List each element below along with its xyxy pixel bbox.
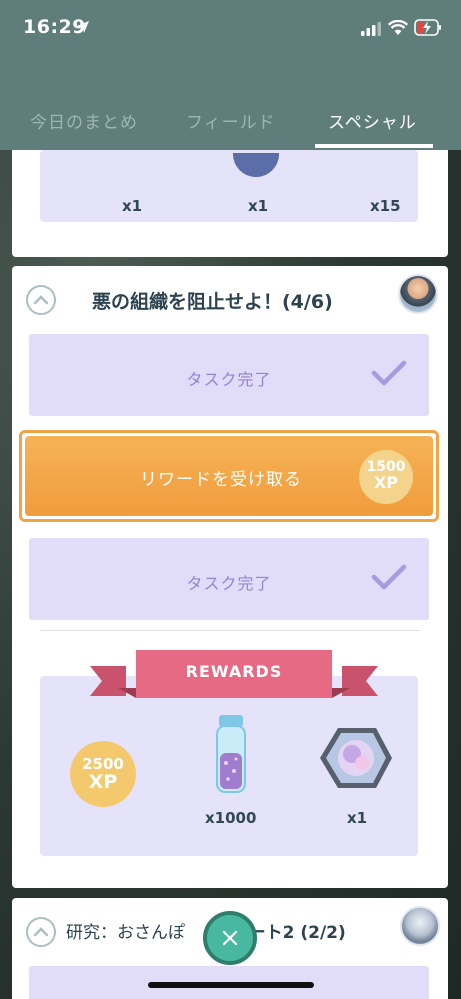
reward-xp-unit: XP	[88, 771, 118, 793]
special-research-card: 悪の組織を阻止せよ！(4/6) タスク完了 リワードを受け取る 1500 XP …	[12, 266, 448, 888]
stardust-quantity: x1000	[205, 809, 257, 827]
claim-reward-button[interactable]: リワードを受け取る 1500 XP	[25, 436, 433, 516]
professor-avatar	[398, 274, 438, 314]
tab-special[interactable]: スペシャル	[328, 108, 417, 133]
location-arrow-icon	[77, 21, 89, 33]
task-completed-row: タスク完了	[29, 334, 429, 416]
next-quest-title-prefix: 研究：おさんぽ	[66, 923, 185, 943]
active-tab-indicator	[315, 144, 433, 148]
xp-amount: 1500	[366, 459, 406, 475]
collapse-button[interactable]	[26, 917, 56, 947]
rewards-banner-label: REWARDS	[185, 662, 283, 681]
wifi-icon	[388, 20, 408, 35]
claim-reward-frame: リワードを受け取る 1500 XP	[19, 430, 439, 522]
chevron-up-icon	[33, 295, 49, 305]
app-header: 16:29 今日のまとめ フィールド スペシャル	[0, 0, 461, 150]
reward-xp-amount: 2500	[82, 755, 124, 773]
claim-reward-label: リワードを受け取る	[140, 470, 302, 490]
collapse-button[interactable]	[26, 285, 56, 315]
divider	[40, 630, 420, 631]
task-completed-label: タスク完了	[186, 574, 272, 593]
tab-today-summary[interactable]: 今日のまとめ	[30, 108, 138, 133]
checkmark-icon	[371, 360, 407, 386]
close-icon	[222, 930, 238, 946]
close-button[interactable]	[203, 911, 257, 965]
battery-charging-icon	[414, 19, 441, 36]
xp-unit: XP	[373, 473, 399, 492]
status-bar: 16:29	[0, 0, 461, 56]
checkmark-icon	[371, 564, 407, 590]
stardust-vial-icon	[216, 715, 246, 793]
reward-quantity: x1	[248, 197, 269, 215]
previous-rewards-box: x1 x1 x15	[40, 150, 418, 222]
home-indicator	[148, 982, 314, 988]
chevron-up-icon	[33, 927, 49, 937]
task-completed-label: タスク完了	[186, 370, 272, 389]
tab-bar: 今日のまとめ フィールド スペシャル	[0, 100, 461, 150]
reward-quantity: x15	[370, 197, 401, 215]
mascot-avatar	[400, 906, 440, 946]
reward-xp-badge: 2500 XP	[70, 741, 136, 807]
task-completed-row: タスク完了	[29, 538, 429, 620]
incense-quantity: x1	[347, 809, 368, 827]
cellular-signal-icon	[361, 22, 381, 36]
reward-quantity: x1	[122, 197, 143, 215]
reward-item-icon	[233, 153, 279, 177]
quest-title: 悪の組織を阻止せよ！(4/6)	[92, 291, 333, 313]
xp-badge: 1500 XP	[359, 450, 413, 504]
tab-field[interactable]: フィールド	[186, 108, 276, 133]
incense-icon	[320, 728, 392, 788]
